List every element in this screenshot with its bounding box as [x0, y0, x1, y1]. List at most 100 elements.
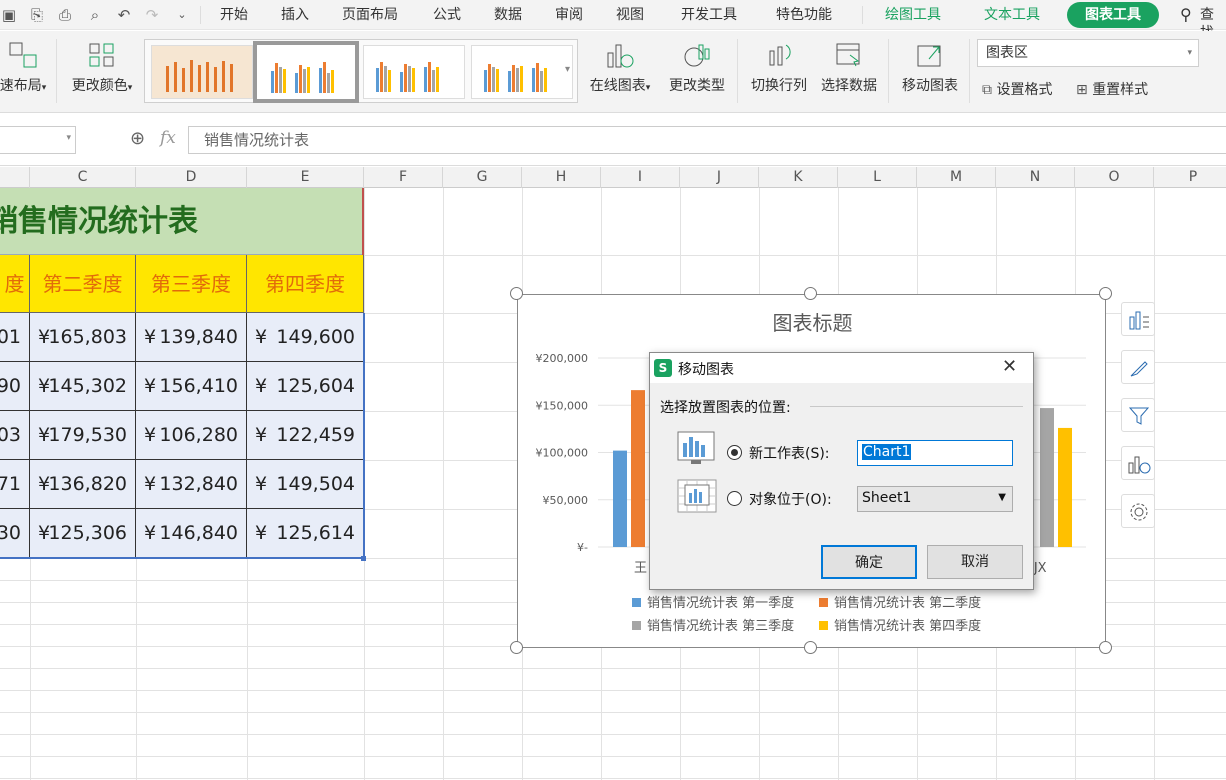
table-cell[interactable]: ¥165,803 [30, 313, 136, 362]
table-cell[interactable]: 90 [0, 362, 30, 411]
tab-special[interactable]: 特色功能 [776, 6, 832, 24]
chart-style-1[interactable] [151, 45, 253, 99]
format-painter-icon[interactable]: ⎘ [28, 6, 46, 24]
fill-handle[interactable] [361, 556, 366, 561]
undo-icon[interactable]: ↶ [115, 6, 133, 24]
column-header[interactable]: M [917, 167, 996, 188]
resize-handle[interactable] [1099, 287, 1112, 300]
print-preview-icon[interactable]: ⌕ [86, 6, 104, 24]
chart-settings-button[interactable] [1121, 494, 1155, 528]
table-cell[interactable]: ¥149,504 [247, 460, 364, 509]
table-cell[interactable]: ¥149,600 [247, 313, 364, 362]
name-box[interactable]: ▾ [0, 126, 76, 154]
new-sheet-radio[interactable] [727, 445, 742, 460]
chart-elements-button[interactable] [1121, 302, 1155, 336]
column-header[interactable]: K [759, 167, 838, 188]
sheet-title-cell[interactable]: 销售情况统计表 [0, 188, 364, 255]
chevron-down-icon[interactable]: ⌄ [173, 6, 191, 24]
reset-style-button[interactable]: ⊞ 重置样式 [1076, 79, 1148, 99]
chart-style-4[interactable] [471, 45, 573, 99]
bar-1[interactable] [613, 450, 627, 547]
bar-3[interactable] [1040, 408, 1054, 547]
tab-insert[interactable]: 插入 [281, 6, 309, 24]
move-chart-button[interactable]: 移动图表 [897, 41, 963, 95]
tab-start[interactable]: 开始 [220, 6, 248, 24]
close-icon[interactable]: ✕ [1002, 356, 1017, 377]
tab-formula[interactable]: 公式 [433, 6, 461, 24]
select-data-button[interactable]: 选择数据 [816, 41, 882, 95]
header-cell[interactable]: 第四季度 [247, 255, 364, 313]
bar-4[interactable] [1058, 427, 1072, 547]
tab-chart-tools[interactable]: 图表工具 [1067, 2, 1159, 28]
tab-page-layout[interactable]: 页面布局 [342, 6, 398, 24]
column-header[interactable]: N [996, 167, 1075, 188]
table-cell[interactable]: ¥125,306 [30, 509, 136, 558]
table-cell[interactable]: ¥125,604 [247, 362, 364, 411]
formula-input[interactable]: 销售情况统计表 [188, 126, 1226, 154]
column-header[interactable]: L [838, 167, 917, 188]
column-header[interactable]: P [1154, 167, 1226, 188]
online-chart-button[interactable]: 在线图表▾ [584, 41, 656, 95]
column-header[interactable]: J [680, 167, 759, 188]
table-cell[interactable]: ¥125,614 [247, 509, 364, 558]
online-chart-side-button[interactable] [1121, 446, 1155, 480]
set-format-button[interactable]: ⧉ 设置格式 [982, 79, 1052, 99]
print-icon[interactable]: ⎙ [56, 6, 74, 24]
header-cell[interactable]: 第二季度 [30, 255, 136, 313]
column-header[interactable]: E [247, 167, 364, 188]
tab-text-tools[interactable]: 文本工具 [984, 6, 1040, 24]
table-cell[interactable]: ¥145,302 [30, 362, 136, 411]
column-header[interactable]: F [364, 167, 443, 188]
chart-filter-button[interactable] [1121, 398, 1155, 432]
chart-style-3[interactable] [363, 45, 465, 99]
tab-developer[interactable]: 开发工具 [681, 6, 737, 24]
resize-handle[interactable] [510, 641, 523, 654]
header-cell[interactable]: 度 [0, 255, 30, 313]
object-in-radio[interactable] [727, 491, 742, 506]
gallery-expand-icon[interactable]: ▾ [565, 64, 570, 75]
table-cell[interactable]: ¥179,530 [30, 411, 136, 460]
switch-rowcol-button[interactable]: 切换行列 [744, 41, 814, 95]
zoom-icon[interactable]: ⊕ [130, 128, 145, 149]
tab-review[interactable]: 审阅 [555, 6, 583, 24]
table-cell[interactable]: ¥122,459 [247, 411, 364, 460]
save-icon[interactable]: ▣ [0, 6, 18, 24]
table-cell[interactable]: 30 [0, 509, 30, 558]
column-header[interactable]: H [522, 167, 601, 188]
column-header[interactable]: O [1075, 167, 1154, 188]
header-cell[interactable]: 第三季度 [136, 255, 247, 313]
fx-icon[interactable]: fx [160, 128, 176, 148]
chart-element-select[interactable]: 图表区 ▾ [977, 39, 1199, 67]
chart-style-button[interactable] [1121, 350, 1155, 384]
table-cell[interactable]: ¥136,820 [30, 460, 136, 509]
resize-handle[interactable] [510, 287, 523, 300]
table-cell[interactable]: 01 [0, 313, 30, 362]
table-cell[interactable]: ¥156,410 [136, 362, 247, 411]
search-icon[interactable]: ⚲ [1180, 5, 1192, 24]
table-cell[interactable]: ¥139,840 [136, 313, 247, 362]
table-cell[interactable]: ¥146,840 [136, 509, 247, 558]
change-color-button[interactable]: 更改颜色▾ [66, 41, 138, 95]
tab-data[interactable]: 数据 [494, 6, 522, 24]
table-cell[interactable]: ¥132,840 [136, 460, 247, 509]
bar-2[interactable] [631, 390, 645, 547]
column-header[interactable]: C [30, 167, 136, 188]
column-header[interactable]: I [601, 167, 680, 188]
ok-button[interactable]: 确定 [821, 545, 917, 579]
column-header[interactable] [0, 167, 30, 188]
table-cell[interactable]: 71 [0, 460, 30, 509]
column-header[interactable]: G [443, 167, 522, 188]
tab-drawing-tools[interactable]: 绘图工具 [885, 6, 941, 24]
table-cell[interactable]: 03 [0, 411, 30, 460]
resize-handle[interactable] [804, 641, 817, 654]
tab-view[interactable]: 视图 [616, 6, 644, 24]
cancel-button[interactable]: 取消 [927, 545, 1023, 579]
quick-layout-button[interactable]: 速布局▾ [0, 41, 48, 95]
chart-style-2[interactable] [253, 41, 359, 103]
new-sheet-name-input[interactable]: Chart1 [857, 440, 1013, 466]
object-in-select[interactable]: Sheet1 ▼ [857, 486, 1013, 512]
resize-handle[interactable] [1099, 641, 1112, 654]
column-header[interactable]: D [136, 167, 247, 188]
table-cell[interactable]: ¥106,280 [136, 411, 247, 460]
dialog-titlebar[interactable]: S 移动图表 ✕ [650, 353, 1033, 383]
